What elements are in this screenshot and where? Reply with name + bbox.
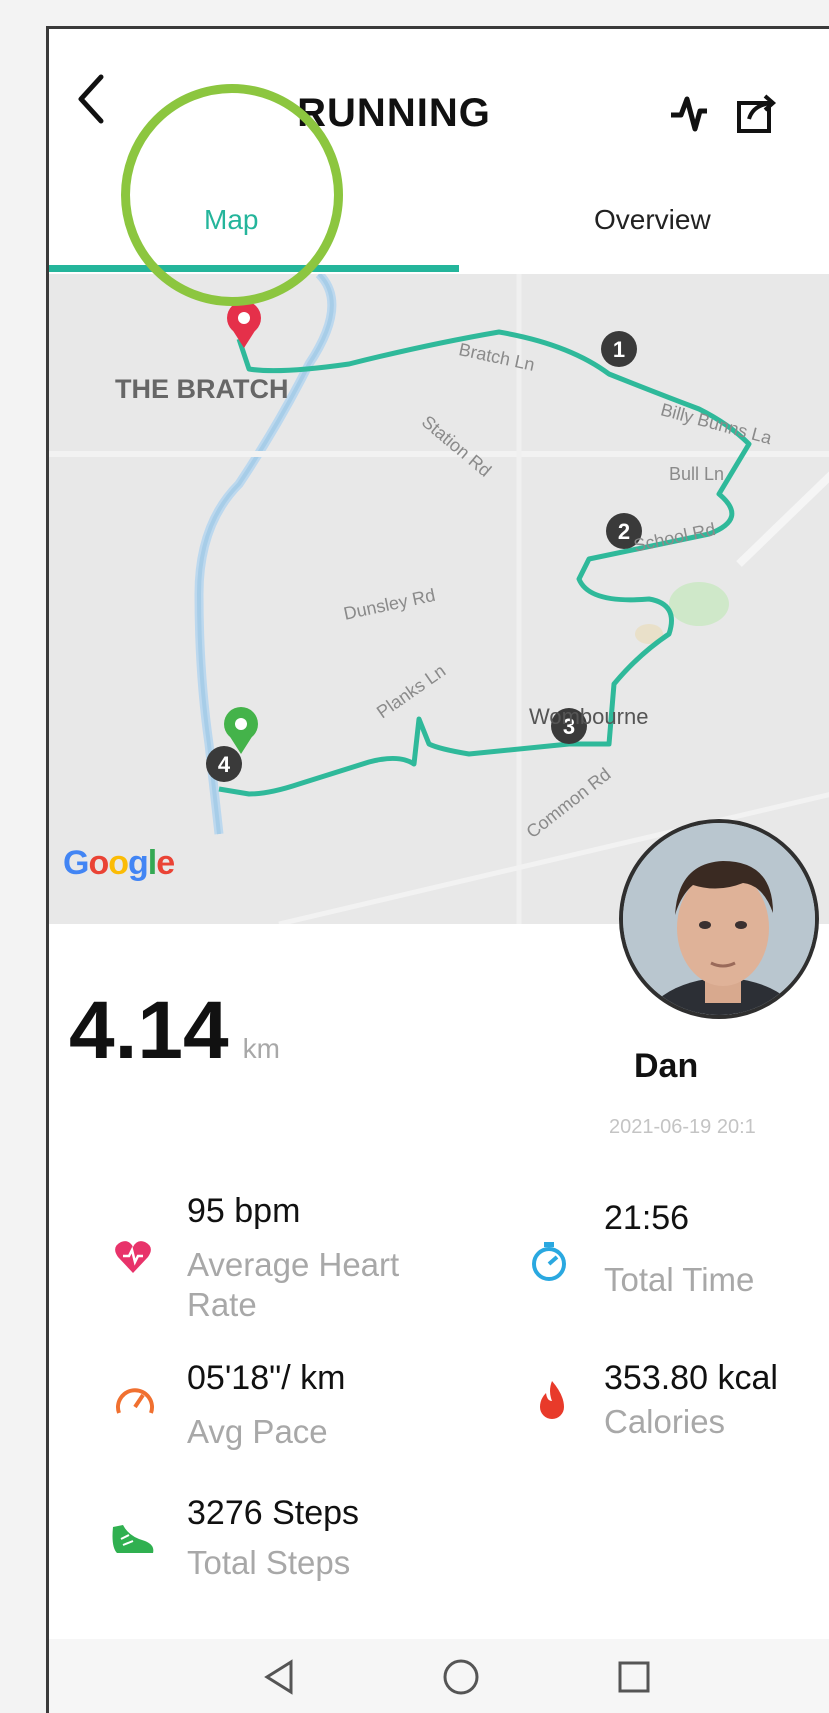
activity-datetime: 2021-06-19 20:1 [609,1116,756,1138]
shoe-icon [109,1519,157,1564]
total-time-label: Total Time [604,1261,755,1298]
stat-calories: 353.80 kcal Calories [604,1359,778,1442]
nav-home-button[interactable] [441,1657,481,1702]
nav-back-button[interactable] [261,1657,297,1702]
stat-avg-pace: 05'18"/ km Avg Pace [187,1359,345,1452]
stat-total-time: 21:56 Total Time [604,1199,754,1300]
calories-label: Calories [604,1403,726,1440]
speedometer-icon [113,1379,157,1428]
activity-icon [671,96,707,132]
system-nav-bar [49,1639,829,1713]
nav-recents-icon [618,1661,650,1693]
nav-home-icon [443,1659,479,1695]
avatar[interactable] [619,819,819,1019]
stat-steps: 3276 Steps Total Steps [187,1494,359,1583]
stat-heart-rate: 95 bpm Average Heart Rate [187,1192,399,1325]
place-label: Wombourne [529,704,649,729]
distance-value: 4.14 [69,985,229,1076]
street-label: Bull Ln [669,464,725,484]
stopwatch-icon [529,1239,569,1288]
steps-value: 3276 Steps [187,1494,360,1532]
tab-overview[interactable]: Overview [594,204,711,236]
calories-value: 353.80 kcal [604,1359,778,1397]
svg-text:4: 4 [218,752,231,777]
share-button[interactable] [735,91,779,135]
map-place-label: THE BRATCH [115,374,289,404]
heart-rate-label-line2: Rate [187,1286,257,1323]
waypoint-4-marker[interactable]: 4 [206,746,242,782]
distance-unit: km [242,1033,280,1064]
waypoint-1-marker[interactable]: 1 [601,331,637,367]
heart-rate-value: 95 bpm [187,1192,301,1230]
avg-pace-label: Avg Pace [187,1413,328,1450]
activity-button[interactable] [667,91,711,135]
nav-recents-button[interactable] [614,1657,654,1702]
svg-text:2: 2 [618,519,630,544]
highlight-ring [121,84,343,306]
user-photo [623,823,815,1015]
phone-screen: RUNNING Map Overview 1 2 3 4 THE BRATCH … [46,26,829,1713]
svg-text:1: 1 [613,337,625,362]
user-name: Dan [634,1047,699,1085]
avg-pace-value: 05'18"/ km [187,1359,346,1397]
google-attribution: Google [63,844,175,882]
flame-icon [534,1379,570,1428]
share-icon [737,94,777,133]
heart-rate-icon [113,1237,153,1282]
total-time-value: 21:56 [604,1199,690,1237]
distance-summary: 4.14 km [69,984,280,1078]
nav-back-icon [264,1659,293,1695]
heart-rate-label: Average Heart [187,1246,400,1283]
steps-label: Total Steps [187,1544,351,1581]
